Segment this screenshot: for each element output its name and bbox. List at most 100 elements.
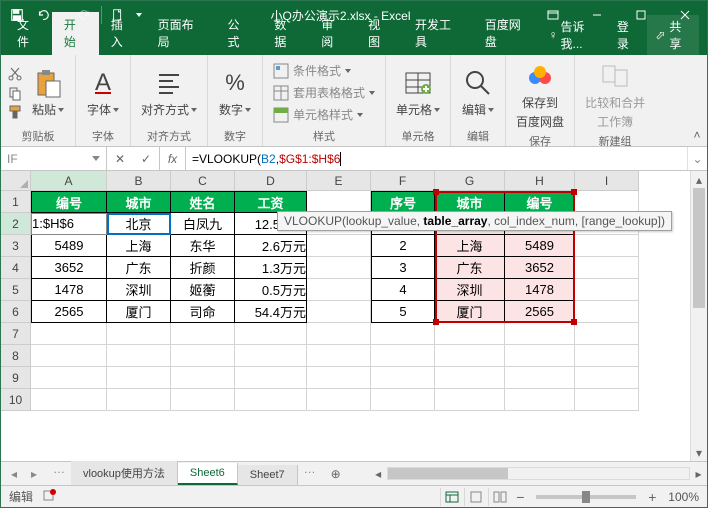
col-A[interactable]: A: [31, 171, 107, 191]
table-cell[interactable]: [235, 323, 307, 345]
tab-insert[interactable]: 插入: [99, 12, 146, 55]
table-cell[interactable]: [371, 367, 435, 389]
table-cell[interactable]: [235, 367, 307, 389]
table-cell[interactable]: 城市: [107, 191, 171, 213]
number-button[interactable]: % 数字: [214, 65, 256, 120]
table-cell[interactable]: 白凤九: [171, 213, 235, 235]
tab-layout[interactable]: 页面布局: [146, 12, 216, 55]
font-button[interactable]: A 字体: [82, 65, 124, 120]
col-I[interactable]: I: [575, 171, 639, 191]
table-cell[interactable]: 5489: [505, 235, 575, 257]
cut-icon[interactable]: [7, 66, 23, 82]
table-cell[interactable]: [575, 367, 639, 389]
row-header[interactable]: 5: [1, 279, 31, 301]
table-cell[interactable]: [575, 345, 639, 367]
scroll-down-icon[interactable]: ▾: [691, 444, 707, 461]
tab-view[interactable]: 视图: [356, 12, 403, 55]
table-format-button[interactable]: 套用表格格式: [269, 82, 379, 103]
table-cell[interactable]: 厦门: [107, 301, 171, 323]
table-cell[interactable]: [505, 389, 575, 411]
table-cell[interactable]: [307, 279, 371, 301]
table-cell[interactable]: 1478: [31, 279, 107, 301]
tab-baidu[interactable]: 百度网盘: [473, 12, 543, 55]
table-cell[interactable]: [575, 389, 639, 411]
hscroll-right-icon[interactable]: ▸: [690, 465, 707, 482]
editing-button[interactable]: 编辑: [457, 65, 499, 120]
table-cell[interactable]: 姬蘅: [171, 279, 235, 301]
zoom-level[interactable]: 100%: [668, 490, 699, 504]
cells-button[interactable]: 单元格: [392, 65, 444, 120]
col-C[interactable]: C: [171, 171, 235, 191]
table-cell[interactable]: 1:$H$6: [31, 213, 107, 235]
table-cell[interactable]: [435, 389, 505, 411]
table-cell[interactable]: [371, 345, 435, 367]
table-cell[interactable]: [107, 323, 171, 345]
tab-dev[interactable]: 开发工具: [403, 12, 473, 55]
table-cell[interactable]: [575, 191, 639, 213]
table-cell[interactable]: [307, 235, 371, 257]
table-cell[interactable]: 厦门: [435, 301, 505, 323]
table-cell[interactable]: 1478: [505, 279, 575, 301]
paste-button[interactable]: 粘贴: [27, 65, 69, 120]
table-cell[interactable]: [435, 323, 505, 345]
zoom-out-icon[interactable]: −: [512, 489, 528, 505]
view-page-layout-icon[interactable]: [464, 488, 486, 506]
table-cell[interactable]: 3652: [505, 257, 575, 279]
table-cell[interactable]: [307, 323, 371, 345]
name-box[interactable]: IF: [1, 147, 107, 170]
table-cell[interactable]: 1.3万元: [235, 257, 307, 279]
table-cell[interactable]: [505, 367, 575, 389]
formula-bar[interactable]: =VLOOKUP(B2,$G$1:$H$6: [186, 147, 687, 170]
table-cell[interactable]: 工资: [235, 191, 307, 213]
table-cell[interactable]: [371, 389, 435, 411]
table-cell[interactable]: 北京: [107, 213, 171, 235]
table-cell[interactable]: 5: [371, 301, 435, 323]
table-cell[interactable]: [171, 323, 235, 345]
table-cell[interactable]: 2565: [505, 301, 575, 323]
table-cell[interactable]: [31, 345, 107, 367]
table-cell[interactable]: [307, 345, 371, 367]
col-F[interactable]: F: [371, 171, 435, 191]
row-header[interactable]: 2: [1, 213, 31, 235]
table-cell[interactable]: [575, 235, 639, 257]
horizontal-scrollbar[interactable]: ◂ ▸: [370, 462, 707, 485]
hscroll-left-icon[interactable]: ◂: [370, 465, 387, 482]
table-cell[interactable]: [107, 389, 171, 411]
tab-overflow-left[interactable]: …: [47, 462, 71, 485]
table-cell[interactable]: 编号: [505, 191, 575, 213]
cell-style-button[interactable]: 单元格样式: [269, 104, 379, 125]
enter-formula-icon[interactable]: ✓: [133, 152, 159, 166]
table-cell[interactable]: 2565: [31, 301, 107, 323]
compare-button[interactable]: 比较和合并工作簿: [581, 58, 649, 132]
table-cell[interactable]: [307, 367, 371, 389]
tab-review[interactable]: 审阅: [309, 12, 356, 55]
view-normal-icon[interactable]: [440, 488, 462, 506]
vertical-scrollbar[interactable]: ▴ ▾: [690, 171, 707, 461]
zoom-in-icon[interactable]: +: [644, 489, 660, 505]
copy-icon[interactable]: [7, 85, 23, 101]
row-header[interactable]: 10: [1, 389, 31, 411]
table-cell[interactable]: [171, 389, 235, 411]
table-cell[interactable]: [371, 323, 435, 345]
table-cell[interactable]: 城市: [435, 191, 505, 213]
scroll-thumb[interactable]: [693, 188, 705, 308]
table-cell[interactable]: [575, 279, 639, 301]
table-cell[interactable]: [575, 257, 639, 279]
table-cell[interactable]: [575, 323, 639, 345]
table-cell[interactable]: [107, 367, 171, 389]
col-D[interactable]: D: [235, 171, 307, 191]
table-cell[interactable]: 司命: [171, 301, 235, 323]
row-header[interactable]: 1: [1, 191, 31, 213]
tell-me[interactable]: ♀告诉我...: [543, 15, 609, 55]
row-header[interactable]: 4: [1, 257, 31, 279]
table-cell[interactable]: 2.6万元: [235, 235, 307, 257]
view-page-break-icon[interactable]: [488, 488, 510, 506]
table-cell[interactable]: 广东: [435, 257, 505, 279]
table-cell[interactable]: [235, 345, 307, 367]
format-painter-icon[interactable]: [7, 104, 23, 120]
table-cell[interactable]: 0.5万元: [235, 279, 307, 301]
col-G[interactable]: G: [435, 171, 505, 191]
login-button[interactable]: 登录: [611, 15, 645, 55]
row-header[interactable]: 6: [1, 301, 31, 323]
table-cell[interactable]: 深圳: [435, 279, 505, 301]
